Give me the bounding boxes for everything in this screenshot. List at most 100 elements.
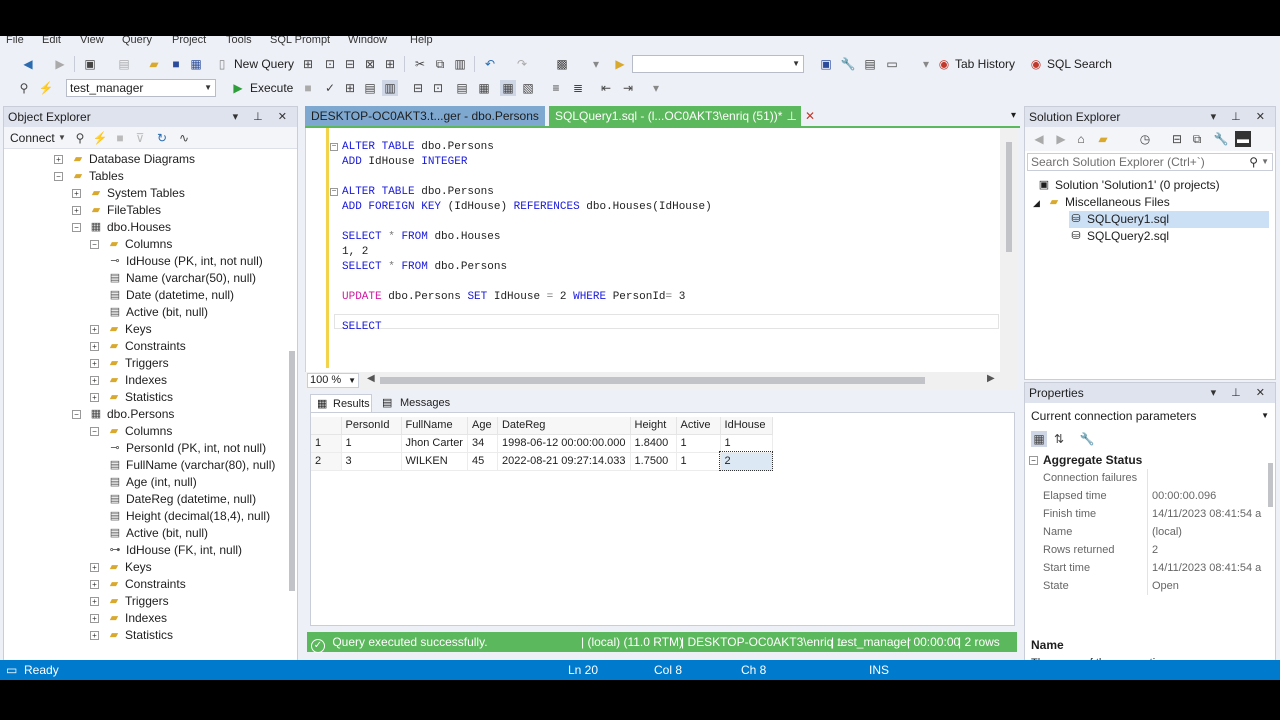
table-cell[interactable]: 1 <box>720 434 773 453</box>
results-table[interactable]: PersonId FullName Age DateReg Height Active Id… <box>311 417 774 471</box>
fold-icon[interactable]: − <box>330 143 338 151</box>
tree-node[interactable]: + ▰ Database Diagrams <box>54 151 195 168</box>
new-query-icon[interactable]: ▯ <box>214 56 230 72</box>
sql-search-button[interactable]: SQL Search <box>1047 56 1112 72</box>
menu-sql-prompt[interactable]: SQL Prompt <box>270 36 330 46</box>
change-connection-icon[interactable]: ⚲ <box>16 80 32 96</box>
tree-node[interactable]: ⊸ PersonId (PK, int, not null) <box>108 440 266 457</box>
collapse-icon[interactable]: − <box>90 427 99 437</box>
client-stats-icon[interactable]: ⊡ <box>430 80 446 96</box>
comment-icon[interactable]: ≡ <box>548 80 564 96</box>
db-query-icon[interactable]: ⊞ <box>300 56 316 72</box>
categorized-icon[interactable]: ▦ <box>1031 431 1047 447</box>
property-pages-icon[interactable]: 🔧 <box>1079 431 1095 447</box>
search-icon[interactable]: ⚲ <box>1249 154 1258 170</box>
property-row[interactable]: State Open <box>1025 577 1265 595</box>
properties-vscroll[interactable] <box>1268 463 1273 507</box>
fold-icon[interactable]: − <box>330 188 338 196</box>
xmla-icon[interactable]: ⊠ <box>362 56 378 72</box>
alphabetical-icon[interactable]: ⇅ <box>1051 431 1067 447</box>
table-cell[interactable]: WILKEN <box>401 452 468 471</box>
file-sqlquery1[interactable]: ⛁ SQLQuery1.sql <box>1069 211 1269 228</box>
tree-node[interactable]: + ▰ FileTables <box>72 202 161 219</box>
forward-icon[interactable]: ▶ <box>1053 131 1069 147</box>
results-file-icon[interactable]: ▧ <box>520 80 536 96</box>
expand-icon[interactable]: + <box>90 393 99 403</box>
collapse-icon[interactable]: − <box>72 410 81 420</box>
indent-icon[interactable]: ⇥ <box>620 80 636 96</box>
menu-view[interactable]: View <box>80 36 104 46</box>
panel-controls[interactable]: ▾ ⊥ ✕ <box>233 107 293 127</box>
object-explorer-vscroll[interactable] <box>289 351 295 591</box>
row-number-cell[interactable]: 2 <box>311 452 342 471</box>
properties-icon[interactable]: ▣ <box>818 56 834 72</box>
menu-file[interactable]: File <box>6 36 24 46</box>
column-header[interactable]: Height <box>630 417 677 435</box>
panel-controls[interactable]: ▾ ⊥ ✕ <box>1211 107 1271 127</box>
table-cell[interactable]: Jhon Carter <box>401 434 468 453</box>
table-cell[interactable]: 1.8400 <box>630 434 677 453</box>
table-cell[interactable]: 1998-06-12 00:00:00.000 <box>497 434 631 453</box>
tree-node[interactable]: − ▰ Tables <box>54 168 124 185</box>
toolbar-options-icon[interactable]: ▾ <box>918 56 934 72</box>
editor-vscroll-thumb[interactable] <box>1006 142 1012 252</box>
expand-icon[interactable]: + <box>90 563 99 573</box>
find-icon[interactable]: ▶ <box>612 56 628 72</box>
disconnect-icon[interactable]: ⚡ <box>38 80 54 96</box>
panel-controls[interactable]: ▾ ⊥ ✕ <box>1211 383 1271 403</box>
save-all-icon[interactable]: ▦ <box>188 56 204 72</box>
tree-node[interactable]: + ▰ System Tables <box>72 185 185 202</box>
close-tab-icon[interactable]: ✕ <box>805 106 815 126</box>
scroll-left-icon[interactable]: ◀ <box>367 373 375 384</box>
stop-icon[interactable]: ■ <box>112 130 128 146</box>
property-row[interactable]: Rows returned 2 <box>1025 541 1265 559</box>
add-item-icon[interactable]: ▤ <box>116 56 132 72</box>
cut-icon[interactable]: ✂ <box>412 56 428 72</box>
menu-tools[interactable]: Tools <box>226 36 252 46</box>
expand-icon[interactable]: + <box>90 325 99 335</box>
menu-edit[interactable]: Edit <box>42 36 61 46</box>
query-designer-icon[interactable]: ▤ <box>362 80 378 96</box>
tree-node[interactable]: + ▰ Indexes <box>90 610 167 627</box>
dax-icon[interactable]: ⊞ <box>382 56 398 72</box>
tree-node[interactable]: ⊸ IdHouse (PK, int, not null) <box>108 253 262 270</box>
tree-node[interactable]: ▤ DateReg (datetime, null) <box>108 491 256 508</box>
table-cell[interactable]: 1 <box>341 434 402 453</box>
paste-icon[interactable]: ▥ <box>452 56 468 72</box>
filter-icon[interactable]: ⊽ <box>132 130 148 146</box>
table-cell[interactable]: 1 <box>676 452 721 471</box>
tree-node[interactable]: − ▦ dbo.Persons <box>72 406 174 423</box>
scroll-right-icon[interactable]: ▶ <box>987 373 995 384</box>
dropdown-icon[interactable]: ▾ <box>588 56 604 72</box>
connect-button[interactable]: Connect <box>10 130 55 146</box>
collapse-icon[interactable]: ⊟ <box>1169 131 1185 147</box>
collapse-icon[interactable]: − <box>54 172 63 182</box>
column-header[interactable]: Active <box>676 417 721 435</box>
tab-messages[interactable]: ▤ Messages <box>378 394 450 412</box>
tree-node[interactable]: ▤ Active (bit, null) <box>108 525 208 542</box>
expand-icon[interactable]: + <box>90 597 99 607</box>
expand-icon[interactable]: + <box>72 206 81 216</box>
expand-icon[interactable]: + <box>90 631 99 641</box>
home-icon[interactable]: ⌂ <box>1073 131 1089 147</box>
find-combo[interactable]: ▼ <box>632 55 804 73</box>
show-all-icon[interactable]: ⧉ <box>1189 131 1205 147</box>
column-header[interactable]: Age <box>467 417 498 435</box>
column-header[interactable]: DateReg <box>497 417 631 435</box>
results-grid-icon[interactable]: ▦ <box>476 80 492 96</box>
editor-hscroll-thumb[interactable] <box>380 377 925 384</box>
results-grid-active-icon[interactable]: ▦ <box>500 80 516 96</box>
table-cell[interactable]: 3 <box>341 452 402 471</box>
mdx-icon[interactable]: ⊡ <box>322 56 338 72</box>
dmx-icon[interactable]: ⊟ <box>342 56 358 72</box>
include-plan-icon[interactable]: ▥ <box>382 80 398 96</box>
file-sqlquery2[interactable]: ⛁ SQLQuery2.sql <box>1069 228 1169 245</box>
window-icon[interactable]: ▭ <box>884 56 900 72</box>
table-row[interactable]: 2 3 WILKEN 45 2022-08-21 09:27:14.033 1.7500 1… <box>311 451 774 471</box>
tree-node[interactable]: + ▰ Constraints <box>90 576 186 593</box>
tab-table-designer[interactable]: DESKTOP-OC0AKT3.t...ger - dbo.Persons <box>305 106 545 126</box>
parse-icon[interactable]: ✓ <box>322 80 338 96</box>
column-header[interactable]: PersonId <box>341 417 402 435</box>
table-cell[interactable]: 1.7500 <box>630 452 677 471</box>
tree-node[interactable]: − ▦ dbo.Houses <box>72 219 171 236</box>
